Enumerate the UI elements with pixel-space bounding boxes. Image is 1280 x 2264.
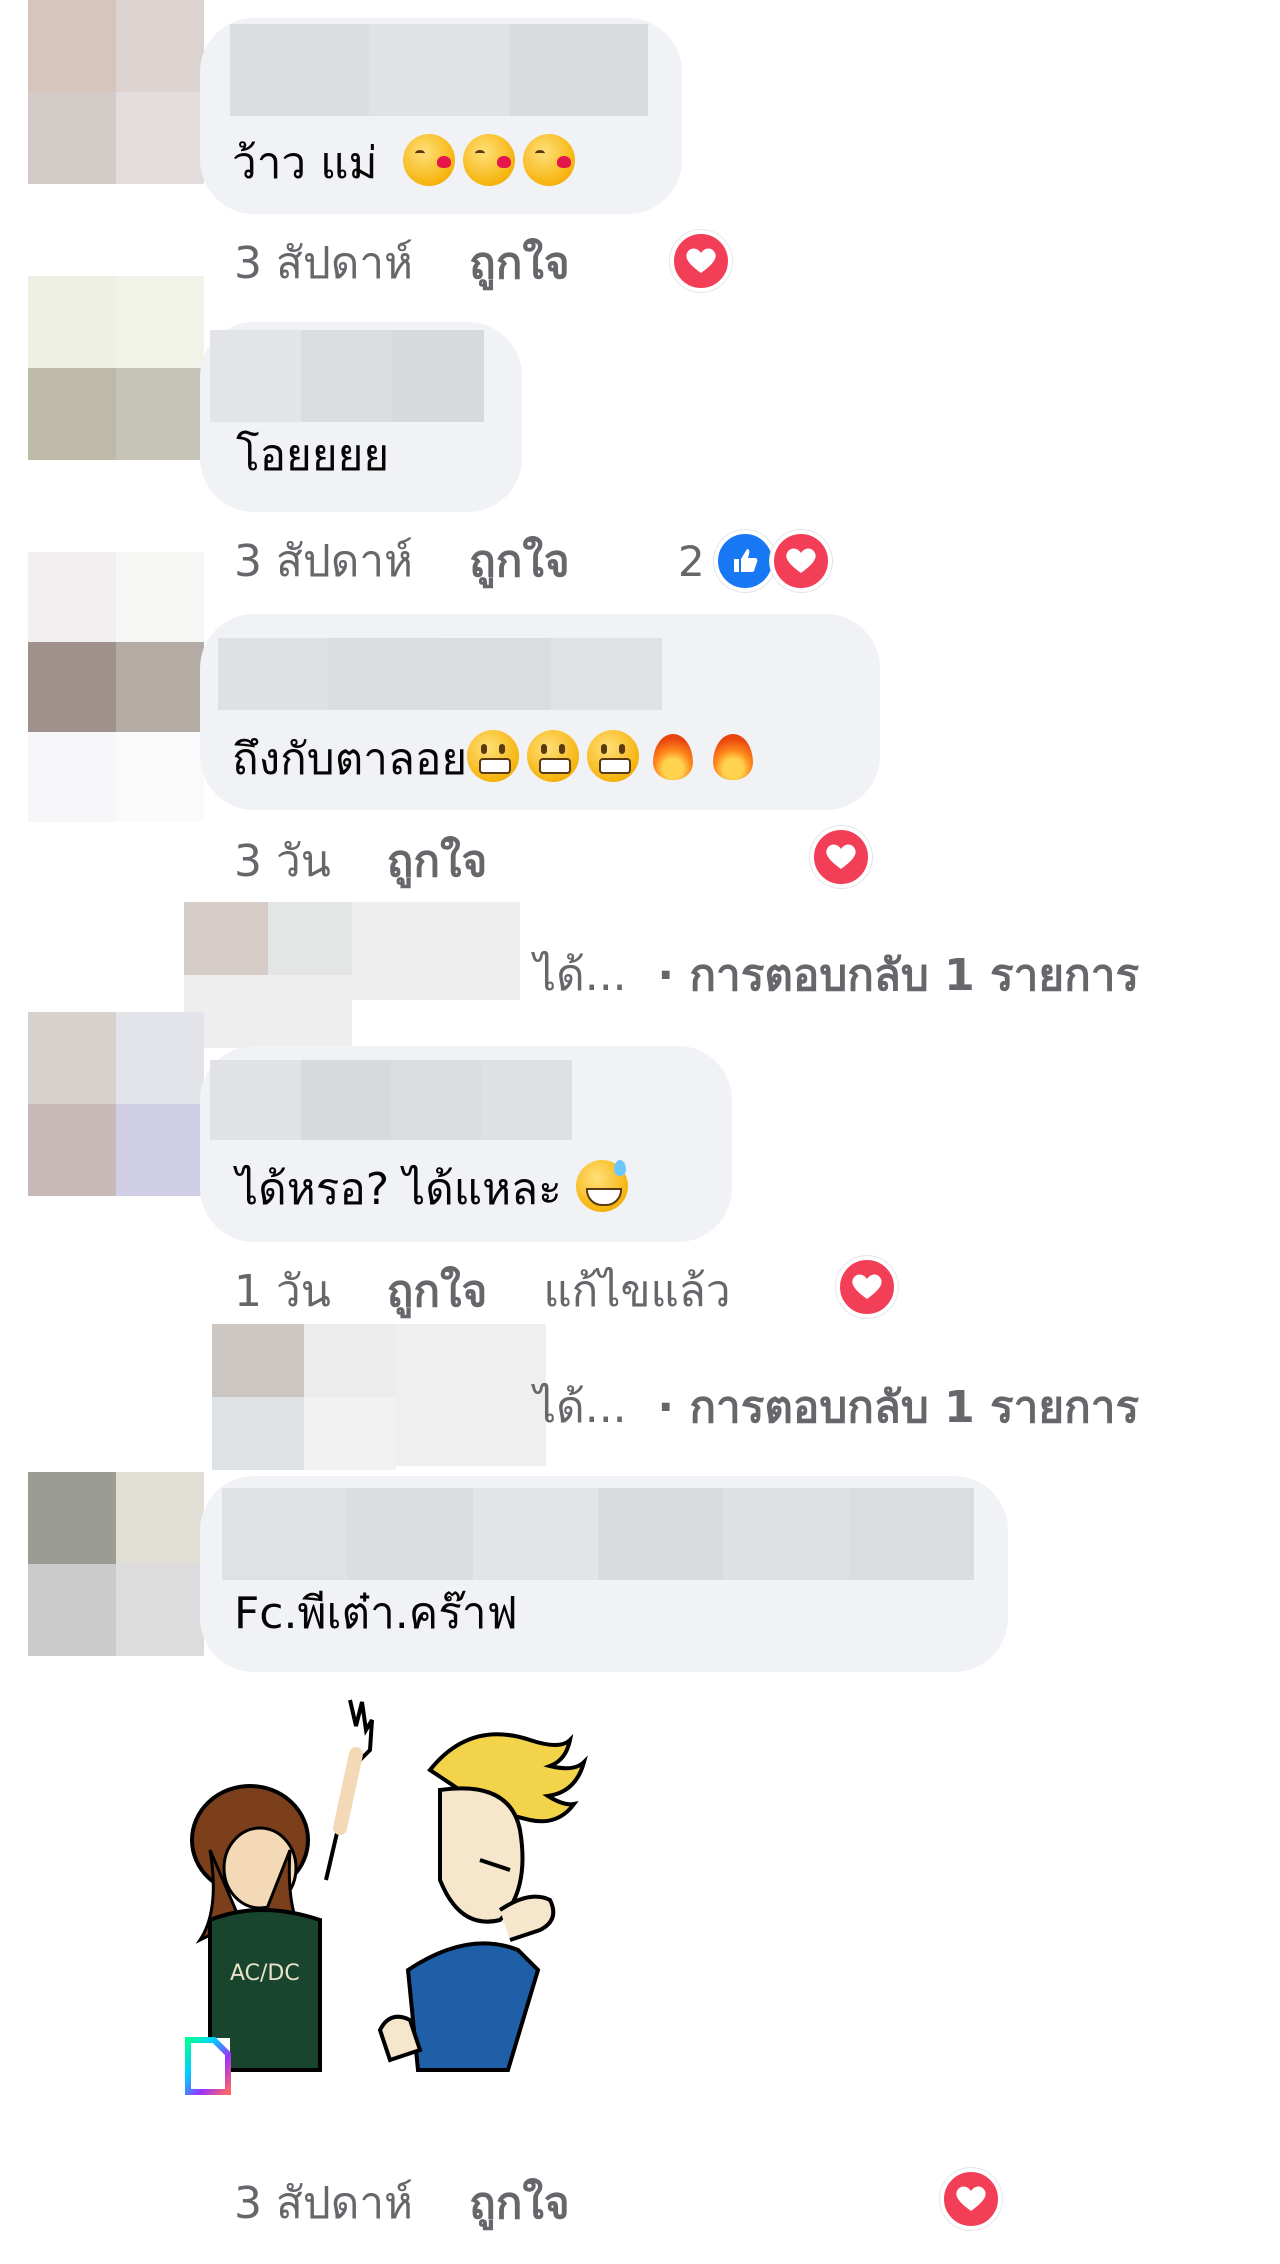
view-replies-link[interactable]: ได้... · การตอบกลับ 1 รายการ [534, 1380, 1139, 1436]
grimace-emoji [467, 730, 520, 782]
fire-emoji [647, 730, 699, 782]
comment-meta: 1 วัน ถูกใจ แก้ไขแล้ว [234, 1264, 787, 1320]
comment-bubble: ถึงกับตาลอย [200, 614, 880, 810]
love-reaction-icon[interactable] [670, 230, 732, 292]
comment-text: โอยยยย [236, 430, 390, 481]
grimace-emoji [527, 730, 580, 782]
like-button[interactable]: ถูกใจ [469, 238, 570, 289]
kiss-emoji [523, 134, 576, 186]
reply-name-blurred[interactable] [396, 1324, 546, 1466]
love-reaction-icon[interactable] [836, 1256, 898, 1318]
comment-time[interactable]: 3 สัปดาห์ [234, 536, 413, 587]
comment-time[interactable]: 1 วัน [234, 1266, 331, 1317]
commenter-avatar[interactable] [28, 1472, 204, 1656]
comment-text: ได้หรอ? ได้แหละ [236, 1160, 636, 1218]
view-replies-link[interactable]: ได้... · การตอบกลับ 1 รายการ [534, 948, 1139, 1004]
gif-badge-icon [185, 2037, 231, 2095]
like-button[interactable]: ถูกใจ [387, 836, 488, 887]
commenter-name-blurred[interactable] [222, 1488, 974, 1580]
comment-text: Fc.พีเต๋า.คร๊าฟ [234, 1588, 518, 1639]
reply-avatar[interactable] [184, 902, 352, 1048]
comment-time[interactable]: 3 วัน [234, 836, 331, 887]
comment-meta: 3 วัน ถูกใจ [234, 834, 543, 890]
commenter-name-blurred[interactable] [210, 1060, 572, 1140]
fire-emoji [707, 730, 759, 782]
reply-name-blurred[interactable] [352, 902, 520, 1000]
commenter-name-blurred[interactable] [218, 638, 662, 710]
kiss-emoji [403, 134, 456, 186]
like-button[interactable]: ถูกใจ [469, 536, 570, 587]
like-button[interactable]: ถูกใจ [469, 2178, 570, 2229]
commenter-avatar[interactable] [28, 0, 204, 184]
like-button[interactable]: ถูกใจ [387, 1266, 488, 1317]
gif-sticker[interactable]: AC/DC [180, 1690, 620, 2090]
commenter-avatar[interactable] [28, 1012, 204, 1196]
comment-text: ถึงกับตาลอย [232, 730, 767, 788]
comment-meta: 3 สัปดาห์ ถูกใจ [234, 534, 626, 590]
commenter-avatar[interactable] [28, 276, 204, 460]
comment-bubble: ได้หรอ? ได้แหละ [200, 1046, 732, 1242]
like-reaction-icon[interactable] [714, 530, 776, 592]
love-reaction-icon[interactable] [810, 826, 872, 888]
kiss-emoji [463, 134, 516, 186]
edited-label[interactable]: แก้ไขแล้ว [543, 1266, 730, 1317]
commenter-name-blurred[interactable] [230, 24, 648, 116]
reaction-count[interactable]: 2 [678, 534, 705, 590]
sweat-smile-emoji [575, 1160, 628, 1212]
grimace-emoji [587, 730, 640, 782]
reply-avatar[interactable] [212, 1324, 396, 1470]
comment-text: ว้าว แม่ [232, 134, 583, 192]
comment-bubble: ว้าว แม่ [200, 18, 682, 214]
comment-bubble: Fc.พีเต๋า.คร๊าฟ [200, 1476, 1008, 1672]
comment-time[interactable]: 3 สัปดาห์ [234, 2178, 413, 2229]
comment-meta: 3 สัปดาห์ ถูกใจ [234, 236, 626, 292]
love-reaction-icon[interactable] [770, 530, 832, 592]
comment-bubble: โอยยยย [200, 322, 522, 512]
comment-meta: 3 สัปดาห์ ถูกใจ [234, 2176, 626, 2232]
love-reaction-icon[interactable] [940, 2168, 1002, 2230]
svg-text:AC/DC: AC/DC [230, 1961, 300, 1986]
commenter-avatar[interactable] [28, 552, 204, 822]
commenter-name-blurred[interactable] [210, 330, 484, 422]
comment-time[interactable]: 3 สัปดาห์ [234, 238, 413, 289]
